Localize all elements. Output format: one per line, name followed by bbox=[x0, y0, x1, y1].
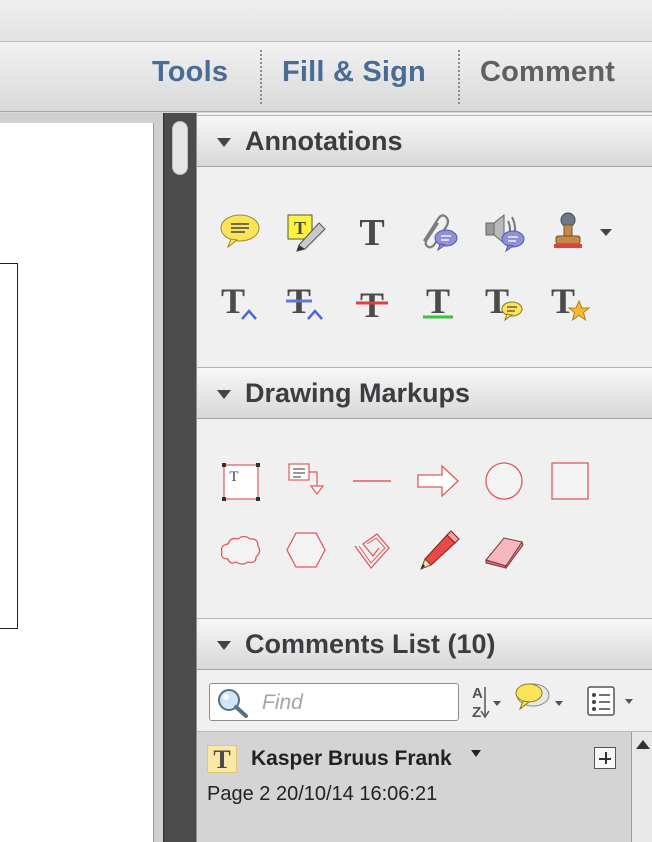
drawing-markups-section-header[interactable]: Drawing Markups bbox=[197, 367, 652, 419]
toolbar-separator bbox=[458, 50, 460, 104]
list-item[interactable]: T Kasper Bruus Frank Page 2 20/10/14 16:… bbox=[197, 731, 652, 842]
find-input[interactable] bbox=[262, 690, 452, 716]
pencil-icon[interactable] bbox=[415, 527, 461, 573]
svg-text:T: T bbox=[360, 285, 384, 325]
comment-meta: Page 2 20/10/14 16:06:21 bbox=[207, 783, 438, 805]
eraser-icon[interactable] bbox=[481, 527, 527, 573]
text-correction-icon[interactable]: T bbox=[547, 278, 593, 324]
line-icon[interactable] bbox=[349, 458, 395, 504]
replace-text-icon[interactable]: T bbox=[283, 278, 329, 324]
toolbar-separator bbox=[260, 50, 262, 104]
document-page[interactable] bbox=[0, 123, 154, 842]
fill-sign-button[interactable]: Fill & Sign bbox=[282, 56, 426, 89]
document-scrollbar[interactable] bbox=[163, 113, 196, 842]
comment-pane: Annotations T T T T T T T T Drawing Mark… bbox=[196, 113, 652, 842]
comment-button[interactable]: Comment bbox=[480, 56, 615, 89]
arrow-icon[interactable] bbox=[415, 458, 461, 504]
tools-button[interactable]: Tools bbox=[152, 56, 228, 89]
add-text-icon[interactable]: T bbox=[349, 208, 395, 254]
connected-lines-icon[interactable] bbox=[349, 527, 395, 573]
underline-icon[interactable]: T bbox=[415, 278, 461, 324]
svg-text:T: T bbox=[229, 469, 238, 485]
stamp-icon[interactable] bbox=[547, 208, 619, 254]
comments-list-title: Comments List (10) bbox=[245, 629, 496, 659]
text-box-icon[interactable]: T bbox=[217, 458, 263, 504]
svg-text:T: T bbox=[426, 281, 450, 321]
collapse-triangle-icon bbox=[217, 641, 231, 650]
expand-comment-button[interactable] bbox=[594, 747, 616, 769]
polygon-icon[interactable] bbox=[283, 527, 329, 573]
find-field[interactable] bbox=[209, 683, 459, 721]
annotations-title: Annotations bbox=[245, 126, 403, 156]
drawing-markups-tools: T bbox=[197, 420, 652, 618]
sticky-note-icon[interactable] bbox=[217, 208, 263, 254]
comments-scrollbar[interactable] bbox=[631, 732, 652, 842]
highlight-text-icon[interactable]: T bbox=[283, 208, 329, 254]
collapse-triangle-icon bbox=[217, 390, 231, 399]
main-toolbar: Tools Fill & Sign Comment bbox=[0, 42, 652, 112]
page-content-box bbox=[0, 263, 18, 629]
annotations-tools: T T T T T T T T bbox=[197, 168, 652, 366]
collapse-triangle-icon bbox=[217, 138, 231, 147]
oval-icon[interactable] bbox=[481, 458, 527, 504]
document-scrollbar-thumb[interactable] bbox=[172, 121, 188, 175]
svg-text:T: T bbox=[294, 218, 306, 238]
svg-text:T: T bbox=[551, 281, 575, 321]
callout-icon[interactable] bbox=[283, 458, 329, 504]
text-comment-type-icon: T bbox=[207, 745, 237, 774]
insert-text-icon[interactable]: T bbox=[217, 278, 263, 324]
document-area bbox=[0, 113, 196, 842]
author-menu-chevron-icon[interactable] bbox=[471, 750, 481, 757]
strikethrough-icon[interactable]: T bbox=[349, 278, 395, 325]
svg-text:T: T bbox=[221, 281, 245, 321]
record-audio-icon[interactable] bbox=[481, 208, 527, 254]
attach-file-icon[interactable] bbox=[415, 208, 461, 254]
comment-options-icon[interactable] bbox=[585, 681, 645, 721]
add-note-to-text-icon[interactable]: T bbox=[481, 278, 527, 324]
svg-text:T: T bbox=[485, 281, 509, 321]
comments-list-section-header[interactable]: Comments List (10) bbox=[197, 618, 652, 670]
sort-comments-icon[interactable]: AZ bbox=[467, 681, 505, 721]
comment-author: Kasper Bruus Frank bbox=[251, 747, 452, 770]
svg-text:Z: Z bbox=[472, 704, 481, 721]
search-icon bbox=[214, 687, 254, 724]
drawing-markups-title: Drawing Markups bbox=[245, 378, 471, 408]
window-top-strip bbox=[0, 0, 652, 42]
svg-text:A: A bbox=[472, 685, 483, 702]
scroll-up-icon[interactable] bbox=[636, 740, 650, 749]
comments-list-body: AZ T Kasper Bruus Frank Page 2 20/10/14 … bbox=[197, 671, 652, 842]
svg-text:T: T bbox=[359, 212, 384, 254]
filter-comments-icon[interactable] bbox=[513, 681, 569, 721]
cloud-icon[interactable] bbox=[217, 527, 263, 573]
annotations-section-header[interactable]: Annotations bbox=[197, 115, 652, 167]
chevron-down-icon bbox=[600, 229, 612, 236]
rectangle-icon[interactable] bbox=[547, 458, 593, 504]
